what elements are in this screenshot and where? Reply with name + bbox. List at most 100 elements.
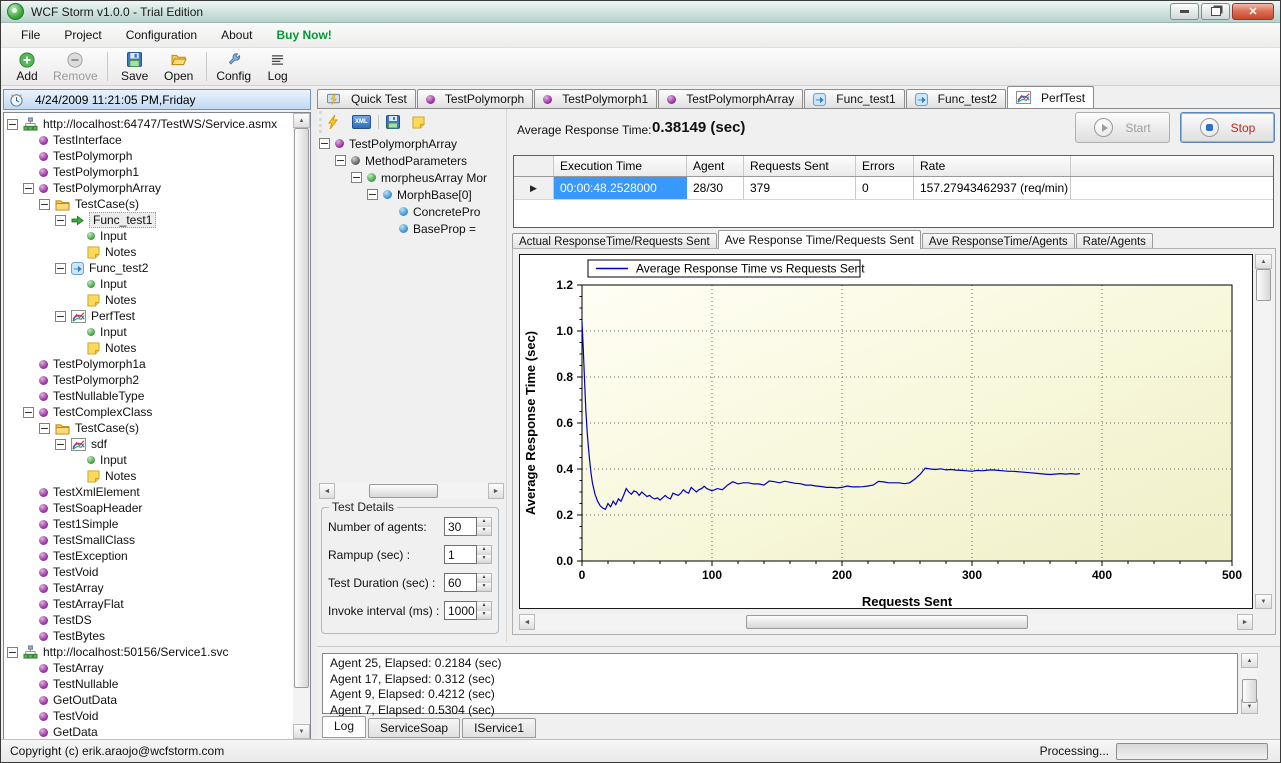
parameter-tree-node[interactable]: BaseProp = — [319, 220, 504, 237]
grid-column-header[interactable]: Requests Sent — [744, 156, 856, 176]
menu-item-project[interactable]: Project — [52, 24, 113, 46]
spin-up-icon[interactable]: ▲ — [477, 574, 491, 583]
service-tree-node[interactable]: Func_test1 — [7, 212, 310, 228]
scroll-left-icon[interactable]: ◄ — [519, 614, 535, 630]
restore-button[interactable] — [1201, 3, 1230, 20]
service-tree-node[interactable]: Notes — [7, 292, 310, 308]
save-icon[interactable] — [386, 115, 400, 129]
service-tree-node[interactable]: PerfTest — [7, 308, 310, 324]
service-tree-node[interactable]: Input — [7, 452, 310, 468]
field-value[interactable]: 1000 — [444, 601, 477, 620]
menu-item-file[interactable]: File — [9, 24, 52, 46]
tree-expander-icon[interactable] — [367, 189, 378, 200]
spin-up-icon[interactable]: ▲ — [477, 546, 491, 555]
number-of-agents-input[interactable]: 30▲▼ — [444, 517, 492, 536]
chart-horizontal-scrollbar[interactable]: ◄ ► — [519, 614, 1253, 630]
parameter-tree-node[interactable]: ConcretePro — [319, 203, 504, 220]
scrollbar-thumb[interactable] — [294, 128, 309, 688]
spin-up-icon[interactable]: ▲ — [477, 602, 491, 611]
service-tree-scrollbar[interactable]: ▲ ▼ — [293, 113, 310, 739]
tab-func-test1[interactable]: Func_test1 — [804, 89, 904, 108]
scroll-right-icon[interactable]: ► — [488, 483, 504, 499]
scroll-down-icon[interactable]: ▼ — [293, 724, 310, 739]
close-button[interactable]: ✕ — [1232, 3, 1274, 20]
service-tree-node[interactable]: Test1Simple — [7, 516, 310, 532]
service-tree-node[interactable]: Func_test2 — [7, 260, 310, 276]
tree-expander-icon[interactable] — [55, 311, 66, 322]
start-button[interactable]: Start — [1075, 112, 1170, 143]
spinner-buttons[interactable]: ▲▼ — [477, 573, 492, 592]
xml-icon[interactable]: XML — [352, 115, 371, 129]
service-tree-node[interactable]: Notes — [7, 340, 310, 356]
log-tab-log[interactable]: Log — [322, 716, 366, 738]
tab-func-test2[interactable]: Func_test2 — [906, 89, 1006, 108]
service-tree-node[interactable]: TestPolymorph1a — [7, 356, 310, 372]
tree-expander-icon[interactable] — [23, 183, 34, 194]
service-tree-node[interactable]: Notes — [7, 244, 310, 260]
service-tree-node[interactable]: GetData — [7, 724, 310, 740]
service-tree-node[interactable]: Input — [7, 276, 310, 292]
add-button[interactable]: Add — [5, 49, 49, 84]
service-tree-node[interactable]: TestSoapHeader — [7, 500, 310, 516]
field-value[interactable]: 60 — [444, 573, 477, 592]
service-tree-node[interactable]: TestCase(s) — [7, 420, 310, 436]
scroll-up-icon[interactable]: ▲ — [1241, 653, 1258, 668]
grid-column-header[interactable]: Errors — [856, 156, 914, 176]
tree-expander-icon[interactable] — [351, 172, 362, 183]
save-button[interactable]: Save — [113, 49, 157, 84]
parameter-tree-node[interactable]: MethodParameters — [319, 152, 504, 169]
log-scrollbar[interactable]: ▲ ▼ — [1241, 653, 1258, 714]
scrollbar-thumb[interactable] — [369, 484, 438, 498]
scroll-left-icon[interactable]: ◄ — [319, 483, 335, 499]
menu-item-about[interactable]: About — [209, 24, 264, 46]
service-tree-node[interactable]: TestBytes — [7, 628, 310, 644]
service-tree-node[interactable]: TestXmlElement — [7, 484, 310, 500]
tree-expander-icon[interactable] — [319, 138, 330, 149]
scroll-down-icon[interactable]: ▼ — [1255, 594, 1272, 609]
tree-expander-icon[interactable] — [39, 423, 50, 434]
log-output[interactable]: Agent 25, Elapsed: 0.2184 (sec)Agent 17,… — [322, 653, 1238, 714]
tab-perftest[interactable]: PerfTest — [1007, 86, 1094, 108]
service-tree-node[interactable]: TestNullable — [7, 676, 310, 692]
log-button[interactable]: Log — [256, 49, 300, 84]
remove-button[interactable]: Remove — [49, 49, 102, 84]
tab-testpolymorpharray[interactable]: TestPolymorphArray — [658, 89, 803, 108]
chart-tab-ave-response-time-requests-sent[interactable]: Ave Response Time/Requests Sent — [718, 230, 921, 249]
tree-expander-icon[interactable] — [335, 155, 346, 166]
spin-up-icon[interactable]: ▲ — [477, 518, 491, 527]
grid-column-header[interactable]: Execution Time — [554, 156, 687, 176]
spinner-buttons[interactable]: ▲▼ — [477, 517, 492, 536]
parameter-scrollbar[interactable]: ◄ ► — [319, 483, 504, 499]
notes-icon[interactable] — [412, 116, 425, 129]
spin-down-icon[interactable]: ▼ — [477, 583, 491, 592]
run-icon[interactable] — [328, 115, 340, 129]
service-tree-node[interactable]: Input — [7, 324, 310, 340]
menu-item-buy-now-[interactable]: Buy Now! — [264, 24, 343, 46]
service-tree-node[interactable]: sdf — [7, 436, 310, 452]
minimize-button[interactable] — [1170, 3, 1199, 20]
field-value[interactable]: 30 — [444, 517, 477, 536]
service-tree-node[interactable]: TestPolymorph2 — [7, 372, 310, 388]
tree-expander-icon[interactable] — [23, 407, 34, 418]
scroll-up-icon[interactable]: ▲ — [1255, 254, 1272, 269]
chart-vertical-scrollbar[interactable]: ▲ ▼ — [1255, 254, 1272, 609]
service-tree-node[interactable]: Notes — [7, 468, 310, 484]
service-tree-node[interactable]: TestInterface — [7, 132, 310, 148]
scroll-right-icon[interactable]: ► — [1237, 614, 1253, 630]
grid-column-header[interactable]: Agent — [687, 156, 744, 176]
test-duration-sec-input[interactable]: 60▲▼ — [444, 573, 492, 592]
field-value[interactable]: 1 — [444, 545, 477, 564]
grid-cell[interactable]: 00:00:48.2528000 — [554, 177, 687, 199]
service-tree-node[interactable]: TestArray — [7, 660, 310, 676]
service-tree-node[interactable]: TestDS — [7, 612, 310, 628]
config-button[interactable]: Config — [212, 49, 256, 84]
parameter-tree-node[interactable]: morpheusArray Mor — [319, 169, 504, 186]
scrollbar-thumb[interactable] — [746, 615, 1029, 629]
service-tree-node[interactable]: TestPolymorph1 — [7, 164, 310, 180]
scroll-up-icon[interactable]: ▲ — [293, 113, 310, 128]
service-tree-node[interactable]: http://localhost:50156/Service1.svc — [7, 644, 310, 660]
spin-down-icon[interactable]: ▼ — [477, 555, 491, 564]
service-tree-node[interactable]: http://localhost:64747/TestWS/Service.as… — [7, 116, 310, 132]
grid-cell[interactable]: 0 — [856, 177, 914, 199]
service-tree-node[interactable]: TestArray — [7, 580, 310, 596]
